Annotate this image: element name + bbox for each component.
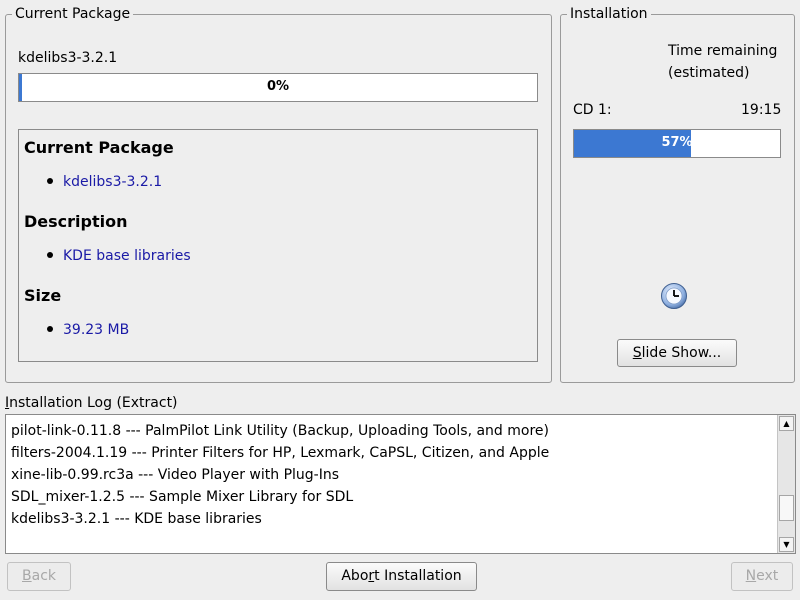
- bullet-icon: [47, 252, 53, 258]
- log-line: kdelibs3-3.2.1 --- KDE base libraries: [11, 511, 262, 527]
- installation-group-title: Installation: [567, 6, 651, 22]
- log-line: xine-lib-0.99.rc3a --- Video Player with…: [11, 467, 340, 483]
- info-size-value: 39.23 MB: [63, 322, 130, 338]
- abort-installation-button[interactable]: Abort Installation: [326, 562, 477, 591]
- bullet-icon: [47, 326, 53, 332]
- info-item-description: KDE base libraries: [47, 248, 191, 264]
- slideshow-button[interactable]: Slide Show...: [617, 339, 737, 367]
- cd-time-remaining: 19:15: [741, 102, 782, 118]
- next-button[interactable]: Next: [731, 562, 793, 591]
- time-remaining-label: Time remaining (estimated): [668, 43, 778, 81]
- installation-log[interactable]: pilot-link-0.11.8 --- PalmPilot Link Uti…: [5, 414, 796, 554]
- info-heading-package: Current Package: [24, 138, 174, 157]
- package-progress-bar: 0%: [18, 73, 538, 102]
- clock-icon: [660, 282, 688, 310]
- package-info-panel: Current Package kdelibs3-3.2.1 Descripti…: [18, 129, 538, 362]
- total-progress-label: 57%: [661, 135, 693, 150]
- info-item-size: 39.23 MB: [47, 322, 129, 338]
- bullet-icon: [47, 178, 53, 184]
- total-progress-bar: 57%: [573, 129, 781, 158]
- current-package-group-title: Current Package: [12, 6, 134, 22]
- package-progress-label: 0%: [266, 79, 290, 94]
- back-button[interactable]: Back: [7, 562, 71, 591]
- cd-label: CD 1:: [573, 102, 612, 118]
- info-description-value: KDE base libraries: [63, 248, 191, 264]
- info-heading-size: Size: [24, 286, 62, 305]
- log-line: filters-2004.1.19 --- Printer Filters fo…: [11, 445, 550, 461]
- log-line: pilot-link-0.11.8 --- PalmPilot Link Uti…: [11, 423, 549, 439]
- scroll-up-icon[interactable]: ▲: [779, 416, 794, 431]
- log-scrollbar[interactable]: ▲ ▼: [777, 415, 795, 553]
- info-package-value: kdelibs3-3.2.1: [63, 174, 163, 190]
- log-line: SDL_mixer-1.2.5 --- Sample Mixer Library…: [11, 489, 354, 505]
- current-package-name: kdelibs3-3.2.1: [18, 50, 118, 66]
- installation-log-label: Installation Log (Extract): [5, 395, 178, 411]
- info-item-package: kdelibs3-3.2.1: [47, 174, 162, 190]
- scrollbar-thumb[interactable]: [779, 495, 794, 521]
- scroll-down-icon[interactable]: ▼: [779, 537, 794, 552]
- info-heading-description: Description: [24, 212, 128, 231]
